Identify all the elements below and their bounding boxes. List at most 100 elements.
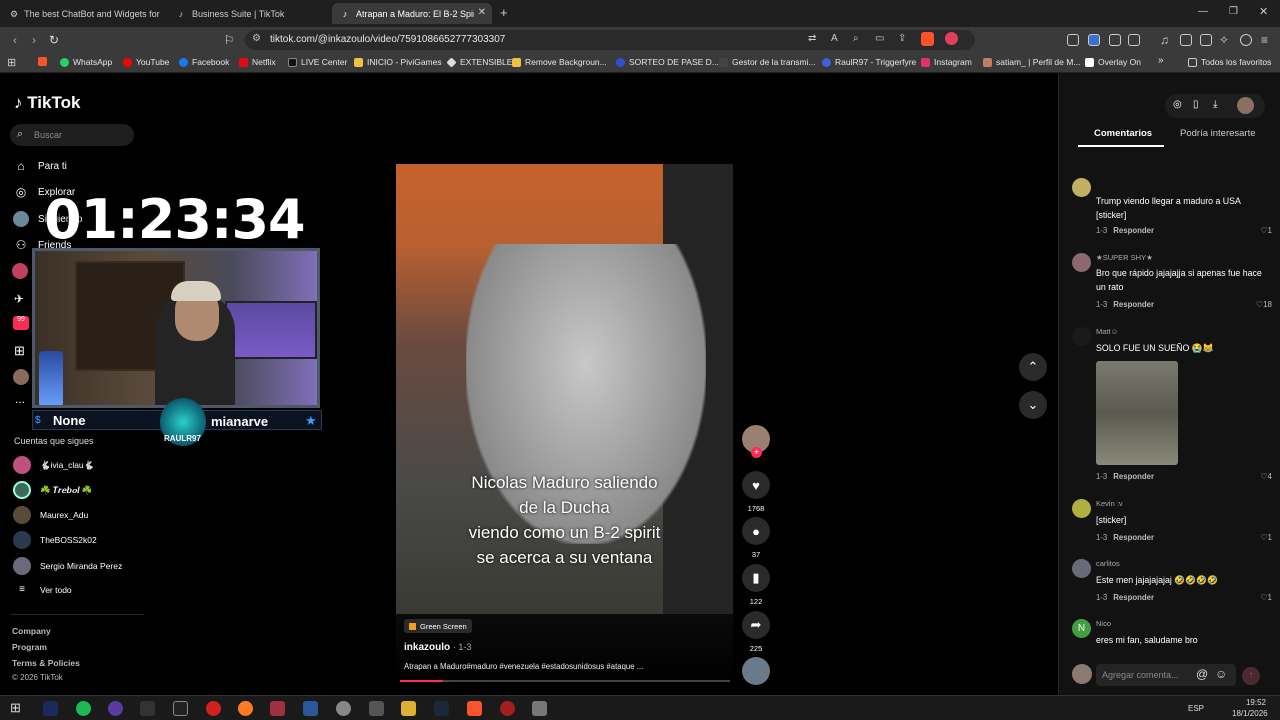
following-item[interactable]: Sergio Miranda Perez bbox=[13, 557, 122, 575]
tab-may-interest[interactable]: Podría interesarte bbox=[1180, 128, 1256, 139]
tiktok-logo[interactable]: ♪ TikTok bbox=[14, 93, 80, 113]
bookmark-icon[interactable]: ⚐ bbox=[222, 33, 236, 47]
browser-tab-1[interactable]: ⚙ The best ChatBot and Widgets for Ki bbox=[2, 3, 162, 24]
live-avatar-icon[interactable] bbox=[12, 263, 28, 279]
footer-program[interactable]: Program bbox=[12, 642, 47, 652]
url-field[interactable]: ⚙ tiktok.com/@inkazoulo/video/7591086652… bbox=[245, 30, 975, 50]
following-item[interactable]: ☘️ 𝑻𝒓𝒆𝒃𝒐𝒍 ☘️ bbox=[13, 481, 92, 499]
reload-icon[interactable]: ↻ bbox=[47, 33, 61, 47]
new-tab-button[interactable]: + bbox=[500, 5, 508, 20]
bookmark-item[interactable]: EXTENSIBLE bbox=[446, 56, 512, 68]
next-video-button[interactable]: ⌄ bbox=[1019, 391, 1047, 419]
brave-icon[interactable] bbox=[467, 701, 482, 716]
brave-rewards-icon[interactable] bbox=[945, 32, 958, 45]
media-icon[interactable]: ♫ bbox=[1160, 33, 1169, 47]
epic-games-icon[interactable] bbox=[173, 701, 188, 716]
inbox-icon[interactable]: 99 bbox=[13, 316, 29, 330]
bookmark-item[interactable]: Facebook bbox=[179, 57, 229, 67]
windows-start-icon[interactable]: ⊞ bbox=[10, 700, 21, 716]
previous-video-button[interactable]: ⌃ bbox=[1019, 353, 1047, 381]
puzzle-icon[interactable] bbox=[1109, 34, 1121, 46]
like-button[interactable]: ♥ 1768 bbox=[742, 471, 770, 513]
comment-input[interactable]: Agregar comenta... @ ☺ bbox=[1096, 664, 1236, 686]
bookmark-item[interactable]: LIVE Center bbox=[288, 57, 347, 67]
footer-terms[interactable]: Terms & Policies bbox=[12, 658, 80, 668]
spotify-icon[interactable] bbox=[76, 701, 91, 716]
green-screen-tag[interactable]: Green Screen bbox=[404, 619, 472, 633]
screenshot-icon[interactable] bbox=[1128, 34, 1140, 46]
comment-user[interactable]: carlitos bbox=[1096, 559, 1120, 568]
app-icon[interactable] bbox=[500, 701, 515, 716]
send-button[interactable]: ↑ bbox=[1242, 667, 1260, 685]
following-item[interactable]: 🐇ivia_clau🐇 bbox=[13, 456, 94, 474]
file-explorer-icon[interactable] bbox=[401, 701, 416, 716]
nav-for-you[interactable]: ⌂ Para ti bbox=[13, 158, 67, 174]
avatar[interactable] bbox=[1072, 327, 1091, 346]
ai-icon[interactable]: ✧ bbox=[1219, 33, 1229, 47]
sidebar-icon[interactable] bbox=[1180, 34, 1192, 46]
restore-button[interactable]: ❐ bbox=[1229, 6, 1238, 17]
extension-icon[interactable] bbox=[1067, 34, 1079, 46]
reply-button[interactable]: Responder bbox=[1113, 472, 1154, 481]
brave-shield-icon[interactable] bbox=[921, 32, 934, 46]
firefox-icon[interactable] bbox=[238, 701, 253, 716]
download-icon[interactable]: ⤓ bbox=[1213, 99, 1217, 110]
translate-extension-icon[interactable] bbox=[1088, 34, 1100, 46]
install-icon[interactable]: ▭ bbox=[875, 33, 884, 44]
avatar[interactable] bbox=[1237, 97, 1254, 114]
forward-arrow-icon[interactable]: › bbox=[27, 33, 41, 47]
video-caption[interactable]: Atrapan a Maduro#maduro #venezuela #esta… bbox=[404, 662, 643, 671]
save-button[interactable]: ▮ 122 bbox=[742, 564, 770, 606]
apps-grid-icon[interactable]: ⊞ bbox=[7, 56, 16, 69]
following-item[interactable]: TheBOSS2k02 bbox=[13, 531, 97, 549]
reply-button[interactable]: Responder bbox=[1113, 226, 1154, 235]
comment-like[interactable]: ♡1 bbox=[1260, 533, 1272, 542]
obs-icon[interactable] bbox=[108, 701, 123, 716]
comment-user[interactable]: Nico bbox=[1096, 619, 1111, 628]
browser-tab-2[interactable]: ♪ Business Suite | TikTok bbox=[168, 3, 328, 24]
app-icon[interactable] bbox=[270, 701, 285, 716]
app-icon[interactable] bbox=[336, 701, 351, 716]
tab-comments[interactable]: Comentarios bbox=[1094, 128, 1152, 139]
video-progress[interactable] bbox=[400, 680, 730, 682]
comment-like[interactable]: ♡4 bbox=[1260, 472, 1272, 481]
reply-button[interactable]: Responder bbox=[1113, 533, 1154, 542]
video-player[interactable]: Nicolas Maduro saliendo de la Ducha vien… bbox=[396, 164, 733, 614]
bookmark-item[interactable]: SORTEO DE PASE D... bbox=[616, 57, 719, 67]
mention-button[interactable]: @ bbox=[1196, 667, 1208, 681]
comment-user[interactable]: ★SUPER SHY★ bbox=[1096, 253, 1153, 262]
opera-icon[interactable] bbox=[206, 701, 221, 716]
footer-company[interactable]: Company bbox=[12, 626, 51, 636]
word-icon[interactable] bbox=[303, 701, 318, 716]
see-all-button[interactable]: ≡ Ver todo bbox=[13, 584, 72, 595]
comment-like[interactable]: ♡1 bbox=[1260, 593, 1272, 602]
video-author[interactable]: inkazoulo · 1-3 bbox=[404, 642, 471, 653]
all-bookmarks-button[interactable]: Todos los favoritos bbox=[1188, 57, 1271, 67]
close-tab-icon[interactable]: ✕ bbox=[478, 7, 486, 18]
compass-icon[interactable]: ◎ bbox=[1173, 99, 1182, 110]
bookmark-brave[interactable] bbox=[38, 57, 51, 66]
app-icon[interactable] bbox=[532, 701, 547, 716]
comment-user[interactable]: Matt☺ bbox=[1096, 327, 1118, 336]
emoji-icon[interactable]: ☺ bbox=[1215, 667, 1227, 681]
menu-icon[interactable]: ≡ bbox=[1261, 33, 1268, 47]
more-bookmarks-button[interactable]: » bbox=[1158, 55, 1164, 66]
system-clock[interactable]: 19:52 18/1/2026 bbox=[1232, 697, 1268, 719]
bookmark-item[interactable]: Netflix bbox=[239, 57, 276, 67]
upload-icon[interactable]: ⊞ bbox=[14, 343, 25, 359]
language-indicator[interactable]: ESP bbox=[1188, 704, 1204, 713]
bookmark-item[interactable]: Remove Backgroun... bbox=[512, 57, 607, 67]
author-avatar-button[interactable]: + bbox=[742, 425, 770, 458]
close-window-button[interactable]: ✕ bbox=[1259, 5, 1268, 18]
vpn-icon[interactable] bbox=[1240, 34, 1252, 46]
share-icon[interactable]: ⇪ bbox=[898, 33, 906, 44]
app-icon[interactable] bbox=[140, 701, 155, 716]
search-input[interactable]: ⌕ Buscar bbox=[10, 124, 134, 146]
comment-like[interactable]: ♡18 bbox=[1256, 300, 1272, 309]
back-arrow-icon[interactable]: ‹ bbox=[8, 33, 22, 47]
comment-user[interactable]: Kevin :v bbox=[1096, 499, 1123, 508]
site-info-icon[interactable]: ⚙ bbox=[252, 33, 261, 44]
translate-icon[interactable]: ⇄ bbox=[808, 33, 816, 44]
comment-sticker-image[interactable] bbox=[1096, 361, 1178, 465]
profile-avatar[interactable] bbox=[13, 369, 29, 385]
